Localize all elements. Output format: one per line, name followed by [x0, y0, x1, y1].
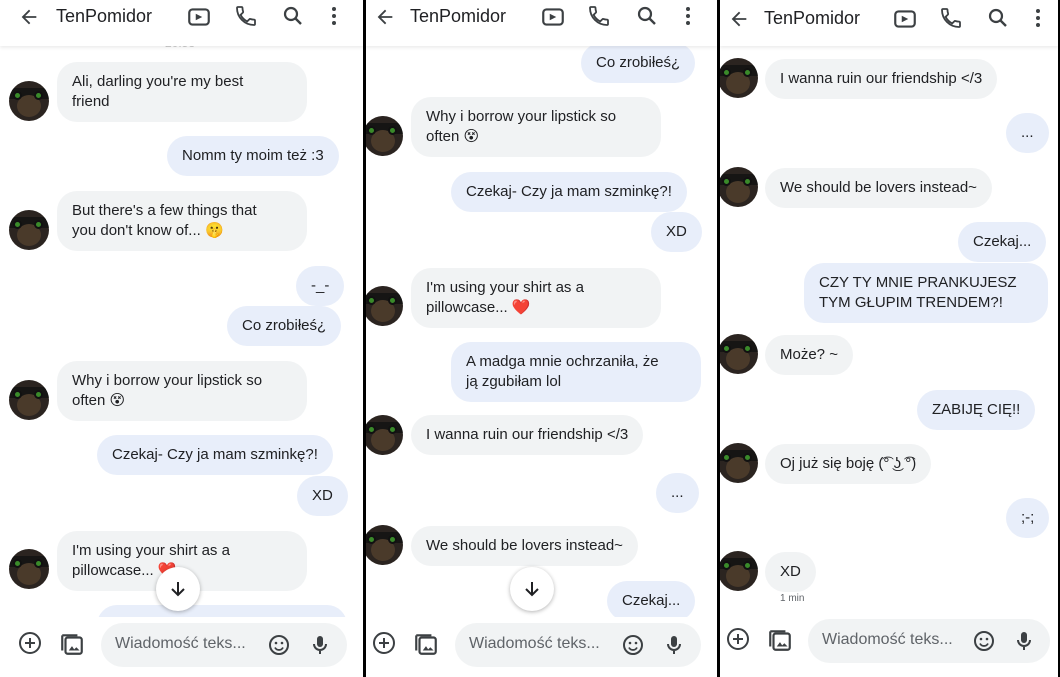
message-bubble-outgoing[interactable]: A madga mnie ochrzaniła, że ją zgubiłam …: [451, 342, 701, 402]
contact-name[interactable]: TenPomidor: [764, 8, 860, 29]
message-bubble-incoming[interactable]: XD: [765, 552, 816, 592]
avatar[interactable]: [366, 415, 403, 455]
emoji-icon[interactable]: [267, 633, 291, 657]
message-bubble-outgoing[interactable]: ;-;: [1006, 498, 1050, 538]
message-bubble-outgoing[interactable]: ...: [1006, 113, 1049, 153]
message-bubble-outgoing[interactable]: CZY TY MNIE PRANKUJESZ TYM GŁUPIM TRENDE…: [804, 263, 1048, 323]
message-input-placeholder: Wiadomość teks...: [822, 631, 953, 648]
message-bubble-incoming[interactable]: Why i borrow your lipstick so often 😵: [411, 97, 661, 157]
top-app-bar: TenPomidor: [366, 0, 717, 46]
mic-icon[interactable]: [1012, 629, 1036, 653]
compose-bar: Wiadomość teks...: [366, 617, 717, 677]
add-circle-icon[interactable]: [726, 627, 750, 651]
phone-icon[interactable]: [939, 6, 965, 32]
message-input-placeholder: Wiadomość teks...: [469, 635, 600, 652]
message-list: Co zrobiłeś¿ Why i borrow your lipstick …: [366, 0, 717, 617]
message-bubble-outgoing[interactable]: Nomm ty moim też :3: [167, 136, 339, 176]
avatar[interactable]: [720, 167, 758, 207]
message-bubble-incoming[interactable]: I wanna ruin our friendship </3: [411, 415, 644, 455]
mic-icon[interactable]: [308, 633, 332, 657]
add-circle-icon[interactable]: [372, 631, 396, 655]
avatar[interactable]: [366, 286, 403, 326]
emoji-icon[interactable]: [621, 633, 645, 657]
message-bubble-outgoing[interactable]: Co zrobiłeś¿: [581, 43, 696, 83]
phone-icon[interactable]: [234, 4, 260, 30]
message-bubble-outgoing[interactable]: ZABIJĘ CIĘ!!: [917, 390, 1036, 430]
add-circle-icon[interactable]: [18, 631, 42, 655]
back-arrow-icon[interactable]: [728, 8, 750, 34]
chat-panel-2: TenPomidor Co zrobiłeś¿ Why i borrow you…: [366, 0, 717, 677]
avatar[interactable]: [9, 549, 49, 589]
chat-panel-1: TenPomidor 20:53 Ali, darling you're my …: [0, 0, 363, 677]
message-bubble-outgoing[interactable]: -_-: [296, 266, 345, 306]
more-vert-icon[interactable]: [1026, 6, 1052, 32]
avatar[interactable]: [9, 81, 49, 121]
emoji-icon[interactable]: [972, 629, 996, 653]
message-bubble-incoming[interactable]: I wanna ruin our friendship </3: [765, 59, 998, 99]
compose-bar: Wiadomość teks...: [720, 613, 1058, 677]
video-call-icon[interactable]: [540, 4, 566, 30]
message-bubble-incoming[interactable]: But there's a few things that you don't …: [57, 191, 307, 251]
scroll-down-icon: [171, 582, 185, 597]
compose-bar: Wiadomość teks...: [0, 617, 363, 677]
message-bubble-outgoing[interactable]: Czekaj- Czy ja mam szminkę?!: [97, 435, 333, 475]
contact-name[interactable]: TenPomidor: [56, 6, 152, 27]
message-bubble-outgoing[interactable]: Czekaj...: [607, 581, 696, 617]
gallery-icon[interactable]: [413, 631, 439, 657]
message-timestamp: 1 min: [780, 593, 805, 604]
message-input[interactable]: Wiadomość teks...: [808, 619, 1050, 663]
video-call-icon[interactable]: [892, 6, 918, 32]
mic-icon[interactable]: [662, 633, 686, 657]
message-bubble-incoming[interactable]: We should be lovers instead~: [411, 526, 638, 566]
scroll-down-icon: [525, 582, 539, 597]
avatar[interactable]: [366, 525, 403, 565]
avatar[interactable]: [366, 116, 403, 156]
chat-panel-3: TenPomidor I wanna ruin our friendship <…: [720, 0, 1058, 677]
message-input[interactable]: Wiadomość teks...: [455, 623, 701, 667]
message-bubble-incoming[interactable]: We should be lovers instead~: [765, 168, 992, 208]
top-app-bar: TenPomidor: [0, 0, 363, 46]
message-bubble-incoming[interactable]: Ali, darling you're my best friend: [57, 62, 307, 122]
phone-icon[interactable]: [587, 4, 613, 30]
gallery-icon[interactable]: [767, 627, 793, 653]
contact-name[interactable]: TenPomidor: [410, 6, 506, 27]
message-bubble-incoming[interactable]: Oj już się boję (͡° ͜ʖ ͡°): [765, 444, 932, 484]
message-bubble-outgoing[interactable]: A madga mnie ochrzaniła, że: [97, 605, 347, 617]
gallery-icon[interactable]: [59, 631, 85, 657]
message-bubble-outgoing[interactable]: XD: [297, 476, 348, 516]
avatar[interactable]: [720, 334, 758, 374]
message-bubble-outgoing[interactable]: Co zrobiłeś¿: [227, 306, 342, 346]
scroll-down-button[interactable]: [510, 567, 554, 611]
back-arrow-icon[interactable]: [374, 6, 396, 32]
avatar[interactable]: [720, 443, 758, 483]
top-app-bar: TenPomidor: [720, 0, 1058, 46]
message-bubble-outgoing[interactable]: XD: [651, 212, 702, 252]
scroll-down-button[interactable]: [156, 567, 200, 611]
message-list: Ali, darling you're my best friend Nomm …: [0, 0, 363, 617]
avatar[interactable]: [9, 380, 49, 420]
video-call-icon[interactable]: [186, 4, 212, 30]
message-bubble-incoming[interactable]: I'm using your shirt as a pillowcase... …: [411, 268, 661, 328]
message-bubble-incoming[interactable]: Why i borrow your lipstick so often 😵: [57, 361, 307, 421]
search-icon[interactable]: [635, 4, 661, 30]
more-vert-icon[interactable]: [322, 4, 348, 30]
message-bubble-outgoing[interactable]: Czekaj- Czy ja mam szminkę?!: [451, 172, 687, 212]
message-input-placeholder: Wiadomość teks...: [115, 635, 246, 652]
more-vert-icon[interactable]: [676, 4, 702, 30]
message-input[interactable]: Wiadomość teks...: [101, 623, 347, 667]
message-bubble-incoming[interactable]: Może? ~: [765, 335, 853, 375]
message-bubble-outgoing[interactable]: ...: [656, 473, 699, 513]
search-icon[interactable]: [281, 4, 307, 30]
avatar[interactable]: [720, 551, 758, 591]
avatar[interactable]: [720, 58, 758, 98]
message-bubble-outgoing[interactable]: Czekaj...: [958, 222, 1047, 262]
avatar[interactable]: [9, 210, 49, 250]
back-arrow-icon[interactable]: [18, 6, 40, 32]
message-list: I wanna ruin our friendship </3 ... We s…: [720, 0, 1058, 617]
search-icon[interactable]: [986, 6, 1012, 32]
